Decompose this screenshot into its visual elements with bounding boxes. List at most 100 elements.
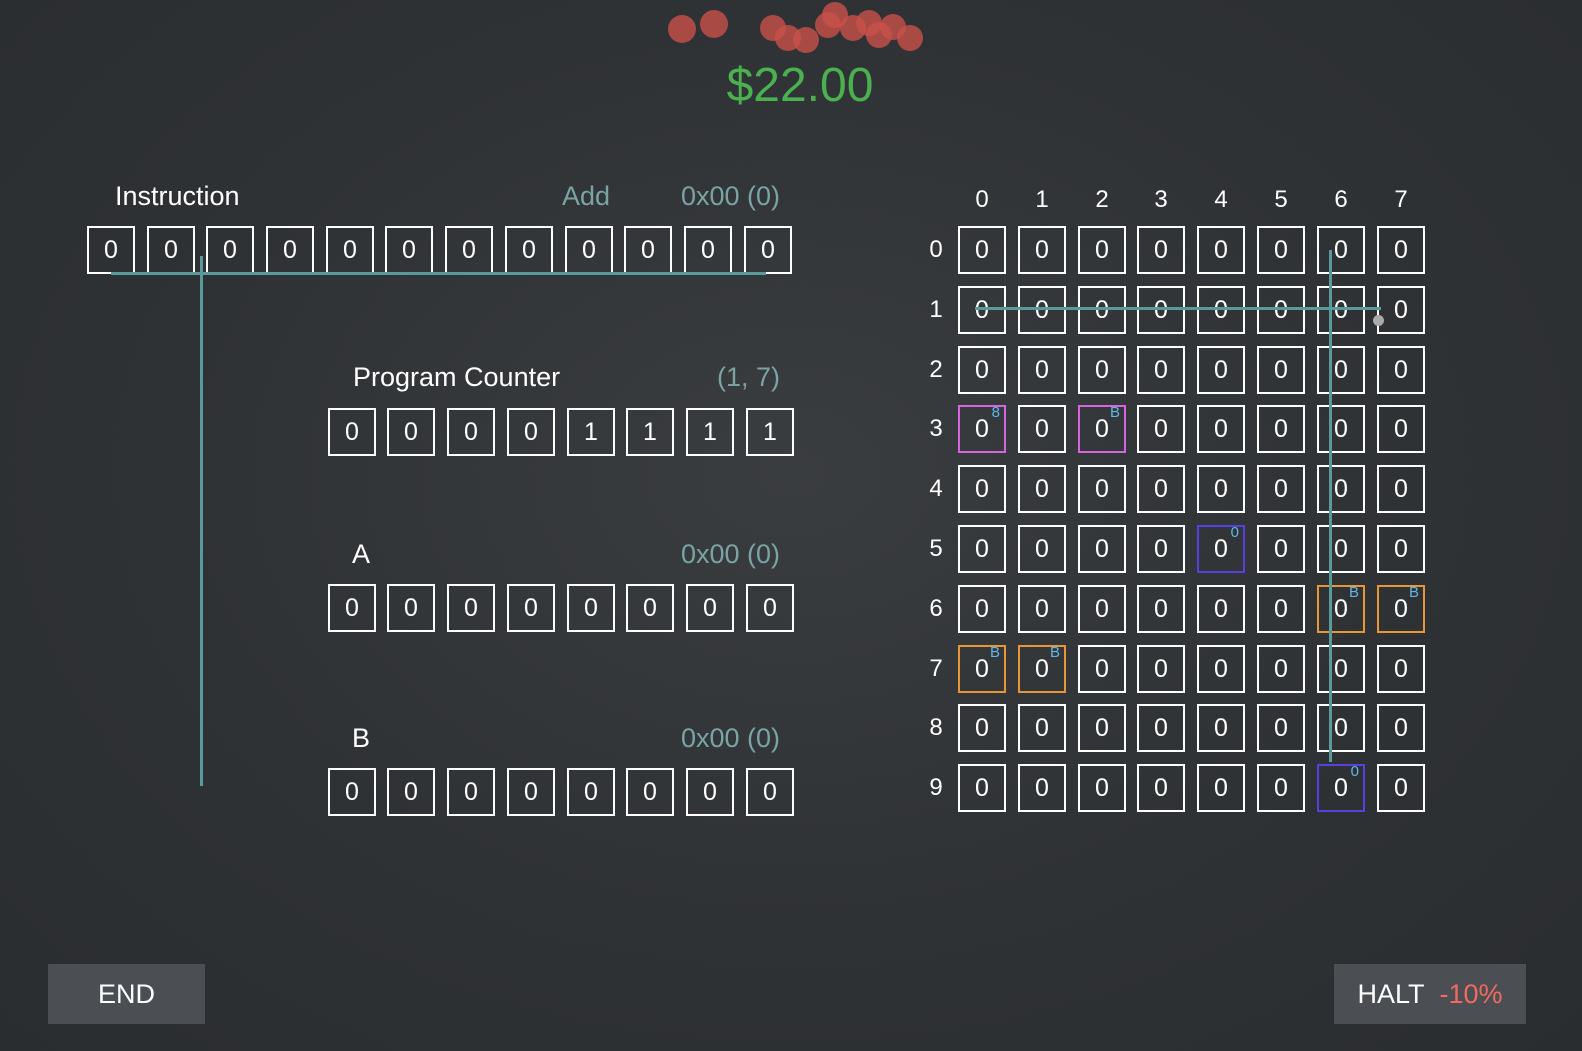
instruction-bit[interactable]: 0 [326, 226, 374, 274]
memory-cell[interactable]: 0 [958, 525, 1006, 573]
memory-cell[interactable]: 0 [1197, 405, 1245, 453]
register-b-bit[interactable]: 0 [746, 768, 794, 816]
memory-cell[interactable]: 0 [1377, 405, 1425, 453]
memory-cell[interactable]: 0 [1317, 465, 1365, 513]
memory-cell[interactable]: 08 [958, 404, 1006, 453]
memory-cell[interactable]: 0 [1078, 465, 1126, 513]
memory-cell[interactable]: 0 [1078, 226, 1126, 274]
memory-cell[interactable]: 0 [1078, 704, 1126, 752]
program-counter-bit[interactable]: 0 [507, 408, 555, 456]
memory-cell[interactable]: 0 [1197, 346, 1245, 394]
memory-cell[interactable]: 0B [1018, 644, 1066, 693]
instruction-bit[interactable]: 0 [505, 226, 553, 274]
memory-cell[interactable]: 0 [1257, 226, 1305, 274]
memory-cell[interactable]: 0 [958, 286, 1006, 334]
memory-cell[interactable]: 0 [1197, 465, 1245, 513]
memory-cell[interactable]: 0 [1018, 286, 1066, 334]
memory-cell[interactable]: 0 [1137, 704, 1185, 752]
memory-cell[interactable]: 0 [1078, 525, 1126, 573]
memory-cell[interactable]: 0 [1317, 286, 1365, 334]
instruction-bit[interactable]: 0 [147, 226, 195, 274]
memory-cell[interactable]: 0B [1078, 404, 1126, 453]
register-a-bit[interactable]: 0 [567, 584, 615, 632]
memory-cell[interactable]: 0 [1377, 525, 1425, 573]
memory-cell[interactable]: 0 [1018, 226, 1066, 274]
memory-cell[interactable]: 0 [1018, 346, 1066, 394]
memory-cell[interactable]: 0 [1137, 465, 1185, 513]
register-a-bit[interactable]: 0 [746, 584, 794, 632]
memory-cell[interactable]: 0 [1197, 226, 1245, 274]
memory-cell[interactable]: 00 [1317, 763, 1365, 812]
memory-cell[interactable]: 0 [1317, 405, 1365, 453]
memory-cell[interactable]: 0 [958, 585, 1006, 633]
memory-cell[interactable]: 0 [1317, 645, 1365, 693]
memory-cell[interactable]: 00 [1197, 524, 1245, 573]
register-b-bit[interactable]: 0 [686, 768, 734, 816]
memory-cell[interactable]: 0 [1137, 764, 1185, 812]
register-b-bit[interactable]: 0 [447, 768, 495, 816]
program-counter-bit[interactable]: 0 [387, 408, 435, 456]
register-a-bit[interactable]: 0 [447, 584, 495, 632]
memory-cell[interactable]: 0 [1317, 226, 1365, 274]
memory-cell[interactable]: 0 [1257, 645, 1305, 693]
memory-cell[interactable]: 0 [1377, 465, 1425, 513]
instruction-bit[interactable]: 0 [266, 226, 314, 274]
memory-cell[interactable]: 0 [1377, 226, 1425, 274]
memory-cell[interactable]: 0 [1377, 645, 1425, 693]
memory-cell[interactable]: 0 [958, 226, 1006, 274]
memory-cell[interactable]: 0 [1078, 645, 1126, 693]
memory-cell[interactable]: 0B [1317, 584, 1365, 633]
program-counter-bit[interactable]: 1 [567, 408, 615, 456]
memory-cell[interactable]: 0 [1078, 346, 1126, 394]
memory-cell[interactable]: 0 [958, 704, 1006, 752]
register-b-bit[interactable]: 0 [626, 768, 674, 816]
memory-cell[interactable]: 0 [1137, 286, 1185, 334]
memory-cell[interactable]: 0 [1137, 525, 1185, 573]
memory-cell[interactable]: 0 [1018, 405, 1066, 453]
memory-cell[interactable]: 0 [1317, 346, 1365, 394]
memory-cell[interactable]: 0 [1257, 286, 1305, 334]
memory-cell[interactable]: 0 [1137, 645, 1185, 693]
memory-cell[interactable]: 0 [1018, 465, 1066, 513]
memory-cell[interactable]: 0 [1257, 405, 1305, 453]
memory-cell[interactable]: 0 [1197, 704, 1245, 752]
memory-cell[interactable]: 0 [1257, 346, 1305, 394]
memory-cell[interactable]: 0 [1257, 465, 1305, 513]
memory-cell[interactable]: 0 [1018, 525, 1066, 573]
memory-cell[interactable]: 0 [1197, 764, 1245, 812]
memory-cell[interactable]: 0 [1257, 525, 1305, 573]
end-button[interactable]: END [48, 964, 205, 1024]
memory-cell[interactable]: 0 [1257, 585, 1305, 633]
program-counter-bit[interactable]: 1 [686, 408, 734, 456]
program-counter-bit[interactable]: 0 [328, 408, 376, 456]
memory-cell[interactable]: 0 [1377, 704, 1425, 752]
memory-cell[interactable]: 0 [1078, 764, 1126, 812]
memory-cell[interactable]: 0 [1137, 585, 1185, 633]
register-a-bit[interactable]: 0 [328, 584, 376, 632]
memory-cell[interactable]: 0 [958, 465, 1006, 513]
memory-cell[interactable]: 0 [1317, 704, 1365, 752]
memory-cell[interactable]: 0 [1257, 704, 1305, 752]
memory-cell[interactable]: 0 [1137, 226, 1185, 274]
instruction-bit[interactable]: 0 [684, 226, 732, 274]
register-a-bit[interactable]: 0 [507, 584, 555, 632]
memory-cell[interactable]: 0 [1377, 286, 1425, 334]
memory-cell[interactable]: 0 [1377, 764, 1425, 812]
memory-cell[interactable]: 0 [958, 346, 1006, 394]
memory-cell[interactable]: 0 [1197, 585, 1245, 633]
memory-cell[interactable]: 0 [1078, 585, 1126, 633]
instruction-bit[interactable]: 0 [565, 226, 613, 274]
memory-cell[interactable]: 0 [1078, 286, 1126, 334]
memory-cell[interactable]: 0 [958, 764, 1006, 812]
instruction-bit[interactable]: 0 [445, 226, 493, 274]
register-b-bit[interactable]: 0 [567, 768, 615, 816]
memory-cell[interactable]: 0 [1018, 764, 1066, 812]
memory-cell[interactable]: 0 [1018, 704, 1066, 752]
memory-cell[interactable]: 0 [1197, 645, 1245, 693]
register-a-bit[interactable]: 0 [686, 584, 734, 632]
instruction-bit[interactable]: 0 [206, 226, 254, 274]
instruction-bit[interactable]: 0 [744, 226, 792, 274]
memory-cell[interactable]: 0 [1317, 525, 1365, 573]
program-counter-bit[interactable]: 0 [447, 408, 495, 456]
instruction-bit[interactable]: 0 [624, 226, 672, 274]
